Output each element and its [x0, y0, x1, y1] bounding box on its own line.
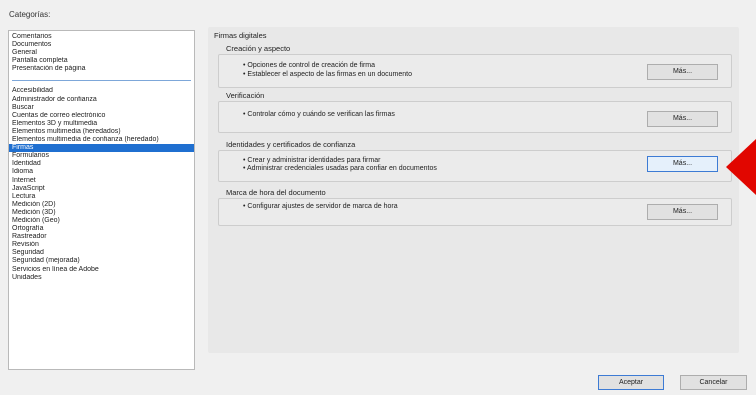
list-item[interactable]: Seguridad	[9, 249, 194, 257]
accept-button[interactable]: Aceptar	[598, 375, 664, 390]
list-item[interactable]: Ortografía	[9, 225, 194, 233]
creation-line-2: • Establecer el aspecto de las firmas en…	[243, 71, 412, 78]
list-item[interactable]: Accesibilidad	[9, 87, 194, 95]
section-heading-identities: Identidades y certificados de confianza	[226, 140, 356, 149]
section-heading-verification: Verificación	[226, 91, 265, 100]
panel-title: Firmas digitales	[214, 31, 267, 40]
timestamp-line-1: • Configurar ajustes de servidor de marc…	[243, 203, 398, 210]
identities-more-button[interactable]: Más...	[647, 156, 718, 172]
list-item[interactable]: Elementos multimedia de confianza (hered…	[9, 136, 194, 144]
list-item[interactable]: Cuentas de correo electrónico	[9, 112, 194, 120]
list-item[interactable]: Medición (2D)	[9, 201, 194, 209]
list-item[interactable]: Identidad	[9, 160, 194, 168]
list-item[interactable]: JavaScript	[9, 185, 194, 193]
list-item[interactable]: Documentos	[9, 41, 194, 49]
verification-line-1: • Controlar cómo y cuándo se verifican l…	[243, 111, 395, 118]
list-item[interactable]: Administrador de confianza	[9, 96, 194, 104]
creation-more-button[interactable]: Más...	[647, 64, 718, 80]
list-item[interactable]: Revisión	[9, 241, 194, 249]
list-item[interactable]: Elementos multimedia (heredados)	[9, 128, 194, 136]
creation-group: • Opciones de control de creación de fir…	[218, 54, 732, 88]
section-heading-timestamp: Marca de hora del documento	[226, 188, 326, 197]
list-item[interactable]: Presentación de página	[9, 65, 194, 73]
verification-group: • Controlar cómo y cuándo se verifican l…	[218, 101, 732, 133]
list-item[interactable]: Servicios en línea de Adobe	[9, 266, 194, 274]
list-item[interactable]: Comentarios	[9, 33, 194, 41]
categories-label: Categorías:	[9, 10, 51, 19]
signatures-panel: Firmas digitales Creación y aspecto • Op…	[208, 27, 739, 353]
verification-more-button[interactable]: Más...	[647, 111, 718, 127]
categories-list[interactable]: Comentarios Documentos General Pantalla …	[8, 30, 195, 370]
list-separator	[12, 80, 191, 82]
list-item[interactable]: Pantalla completa	[9, 57, 194, 65]
timestamp-group: • Configurar ajustes de servidor de marc…	[218, 198, 732, 226]
cancel-button[interactable]: Cancelar	[680, 375, 747, 390]
list-item[interactable]: Medición (Geo)	[9, 217, 194, 225]
list-item[interactable]: Buscar	[9, 104, 194, 112]
list-item[interactable]: Idioma	[9, 168, 194, 176]
identities-line-1: • Crear y administrar identidades para f…	[243, 157, 381, 164]
timestamp-more-button[interactable]: Más...	[647, 204, 718, 220]
list-item[interactable]: Lectura	[9, 193, 194, 201]
red-pointer-arrow-icon	[726, 139, 756, 195]
identities-group: • Crear y administrar identidades para f…	[218, 150, 732, 182]
list-item[interactable]: Internet	[9, 177, 194, 185]
list-item[interactable]: Formularios	[9, 152, 194, 160]
list-item[interactable]: Seguridad (mejorada)	[9, 257, 194, 265]
creation-line-1: • Opciones de control de creación de fir…	[243, 62, 376, 69]
list-item[interactable]: Rastreador	[9, 233, 194, 241]
list-item[interactable]: General	[9, 49, 194, 57]
section-heading-creation: Creación y aspecto	[226, 44, 291, 53]
list-item[interactable]: Elementos 3D y multimedia	[9, 120, 194, 128]
identities-line-2: • Administrar credenciales usadas para c…	[243, 165, 437, 172]
list-item[interactable]: Unidades	[9, 274, 194, 282]
list-item[interactable]: Medición (3D)	[9, 209, 194, 217]
list-item-selected[interactable]: Firmas	[9, 144, 194, 153]
